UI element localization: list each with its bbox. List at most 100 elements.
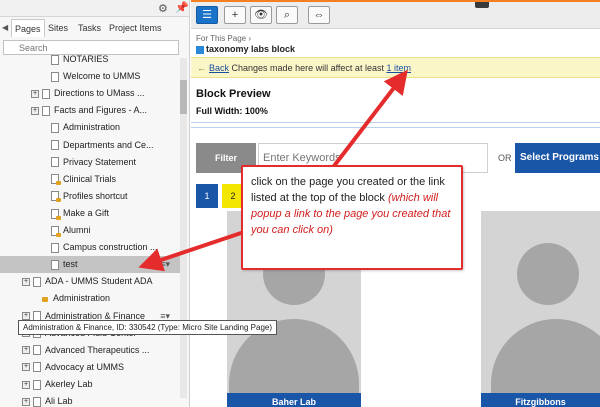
tree-item-tooltip: Administration & Finance, ID: 330542 (Ty… [18, 320, 278, 335]
tab-sites[interactable]: Sites [48, 19, 68, 37]
tree-item-label: Advocacy at UMMS [45, 361, 125, 372]
tree-item-label: Advanced Therapeutics ... [45, 344, 150, 355]
tree-item[interactable]: Clinical Trials [40, 171, 180, 188]
expand-icon[interactable]: + [22, 397, 30, 406]
tree-item-label: Profiles shortcut [63, 190, 128, 201]
tree-item[interactable]: Welcome to UMMS [40, 68, 180, 85]
panel-header: ⚙ 📌 [0, 0, 189, 17]
locked-page-icon [51, 225, 61, 237]
eye-icon: 👁 [254, 9, 268, 21]
expand-icon[interactable]: + [22, 277, 30, 286]
tree-item-label: Facts and Figures - A... [54, 105, 148, 116]
page-icon [42, 88, 50, 99]
site-icon [42, 296, 48, 302]
tree-item[interactable]: NOTARIES [40, 51, 180, 68]
tree-item[interactable]: Profiles shortcut [40, 188, 180, 205]
page-icon [51, 123, 59, 134]
tree-item[interactable]: Alumni [40, 222, 180, 239]
back-link[interactable]: Back [209, 63, 229, 73]
tree-item[interactable]: Campus construction ... [40, 239, 180, 256]
block-preview-title: Block Preview [196, 88, 271, 100]
tree-scrollbar[interactable] [180, 58, 187, 398]
lab-card[interactable]: Fitzgibbons [481, 211, 600, 407]
page-icon [51, 259, 59, 270]
affected-items-link[interactable]: 1 item [386, 63, 411, 73]
tree-item[interactable]: Privacy Statement [40, 154, 180, 171]
tree-item-label: Campus construction ... [63, 242, 158, 253]
tree-item-label: Clinical Trials [63, 173, 117, 184]
gear-icon[interactable]: ⚙ [158, 2, 168, 15]
tree-item-label: ADA - UMMS Student ADA [45, 276, 153, 287]
pagination-page-1[interactable]: 1 [196, 184, 218, 208]
notice-bar: ← Back Changes made here will affect at l… [191, 57, 600, 78]
row-menu-icon[interactable]: ≡▾ [160, 256, 170, 273]
notice-message: Changes made here will affect at least [231, 63, 384, 73]
page-icon [33, 276, 41, 287]
page-title: taxonomy labs block [196, 44, 295, 54]
page-icon [51, 54, 59, 65]
add-button[interactable]: + [224, 6, 246, 24]
back-arrow-icon: ← [197, 63, 206, 73]
tab-pages[interactable]: Pages [11, 19, 45, 37]
page-icon [33, 362, 41, 373]
collapse-arrow-icon[interactable]: ◀ [2, 23, 8, 32]
tree-item-label: test [63, 259, 78, 270]
tree-item-label: Administration [53, 293, 111, 304]
expand-icon[interactable]: + [22, 346, 30, 355]
expand-icon[interactable]: + [22, 312, 30, 321]
tree-item-label: Privacy Statement [63, 156, 137, 167]
editor-toolbar: ☰ + 👁 ⌕ ⇔ [191, 2, 600, 29]
tree-item-label: Ali Lab [45, 396, 73, 406]
page-icon [33, 345, 41, 356]
tree-item[interactable]: Make a Gift [40, 205, 180, 222]
breadcrumb[interactable]: For This Page › [196, 34, 251, 43]
page-icon [42, 105, 50, 116]
page-icon [51, 71, 59, 82]
tree-item[interactable]: + Advocacy at UMMS [22, 359, 180, 376]
pin-icon[interactable]: 📌 [175, 1, 189, 14]
lab-card-name: Fitzgibbons [481, 393, 600, 407]
page-icon [51, 242, 59, 253]
preview-width-label: Full Width: 100% [196, 106, 268, 116]
expand-icon[interactable]: + [22, 380, 30, 389]
tree-item[interactable]: Administration [40, 119, 180, 136]
expand-icon[interactable]: + [31, 89, 39, 98]
block-icon [196, 45, 204, 54]
tab-project-items[interactable]: Project Items [109, 19, 162, 37]
page-icon [51, 140, 59, 151]
locked-page-icon [51, 174, 61, 186]
tree-item[interactable]: + Ali Lab [22, 393, 180, 407]
select-programs-button[interactable]: Select Programs [515, 143, 600, 173]
compare-button[interactable]: ⇔ [308, 6, 330, 24]
tree-item-label: NOTARIES [63, 54, 109, 64]
panel-tabs: ◀ Pages Sites Tasks Project Items [0, 19, 189, 37]
tree-scrollbar-thumb[interactable] [180, 80, 187, 114]
preview-divider [191, 122, 600, 128]
avatar-placeholder-head [517, 243, 579, 305]
expand-icon[interactable]: + [31, 106, 39, 115]
chevron-down-icon[interactable] [475, 2, 489, 8]
tree-item[interactable]: test ≡▾ [0, 256, 180, 274]
tree-item[interactable]: + Advanced Therapeutics ... [22, 342, 180, 359]
inspect-button[interactable]: ⌕ [276, 6, 298, 24]
page-icon [33, 379, 41, 390]
lab-card-name: Baher Lab [227, 393, 361, 407]
tree-toggle-button[interactable]: ☰ [196, 6, 218, 24]
tree-item-label: Administration & Finance [45, 310, 146, 321]
tree-item-label: Akerley Lab [45, 378, 93, 389]
plus-icon: + [231, 9, 239, 21]
tree-item-label: Departments and Ce... [63, 139, 154, 150]
tree-item[interactable]: Administration [31, 290, 180, 307]
locked-page-icon [51, 191, 61, 203]
magnifier-icon: ⌕ [283, 9, 291, 21]
tree-item[interactable]: Departments and Ce... [40, 137, 180, 154]
tree-item[interactable]: + ADA - UMMS Student ADA [22, 273, 180, 290]
tree-item[interactable]: + Directions to UMass ... [31, 85, 180, 102]
tree-item[interactable]: + Akerley Lab [22, 376, 180, 393]
list-tree-icon: ☰ [202, 9, 212, 21]
preview-button[interactable]: 👁 [250, 6, 272, 24]
expand-icon[interactable]: + [22, 363, 30, 372]
tree-item[interactable]: + Facts and Figures - A... [31, 102, 180, 119]
tab-tasks[interactable]: Tasks [78, 19, 101, 37]
locked-page-icon [51, 208, 61, 220]
